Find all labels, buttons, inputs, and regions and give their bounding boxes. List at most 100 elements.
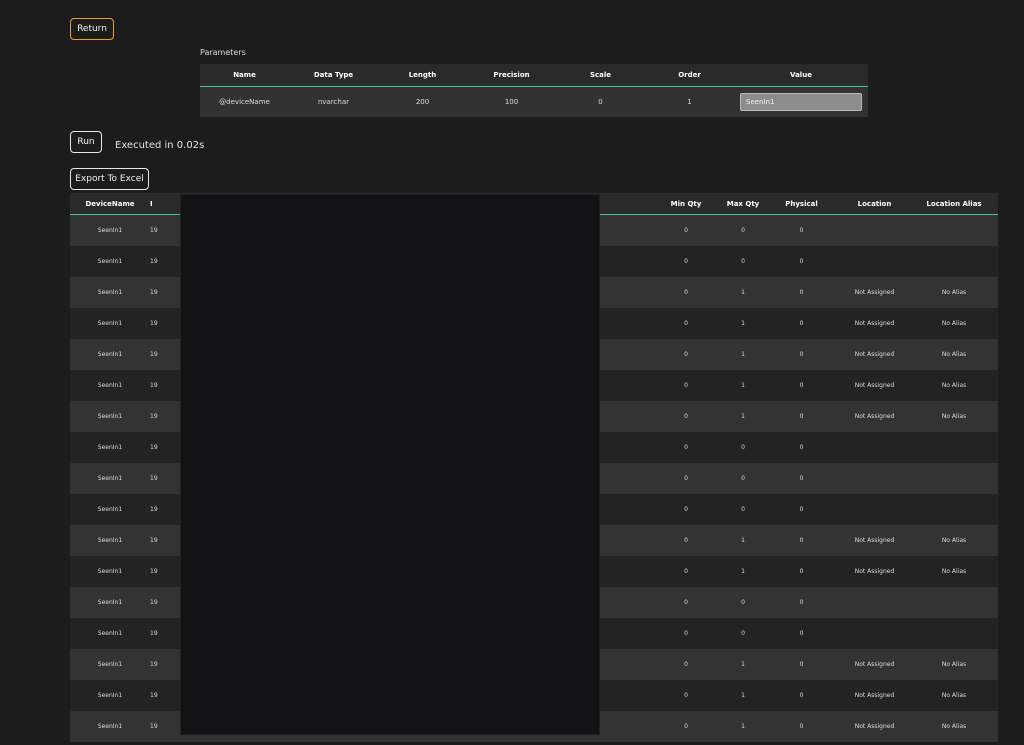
cell-min-qty: 0 <box>684 568 688 575</box>
cell-location: Not Assigned <box>854 289 895 296</box>
cell-min-qty: 0 <box>684 661 688 668</box>
cell-location: Not Assigned <box>854 320 895 327</box>
cell-id: 19 <box>150 661 158 668</box>
cell-id: 19 <box>150 320 158 327</box>
cell-device-name: SeenIn1 <box>97 630 123 637</box>
param-length: 200 <box>415 98 430 106</box>
header-max-qty: Max Qty <box>726 199 760 208</box>
parameter-row: @deviceName nvarchar 200 100 0 1 <box>200 87 868 117</box>
parameters-table: Name Data Type Length Precision Scale Or… <box>200 64 868 117</box>
cell-max-qty: 1 <box>741 320 745 327</box>
cell-device-name: SeenIn1 <box>97 382 123 389</box>
cell-physical: 0 <box>799 475 804 482</box>
cell-id: 19 <box>150 568 158 575</box>
param-scale: 0 <box>598 98 603 106</box>
cell-physical: 0 <box>799 692 804 699</box>
header-physical: Physical <box>785 199 818 208</box>
cell-device-name: SeenIn1 <box>97 227 123 234</box>
cell-max-qty: 1 <box>741 413 745 420</box>
cell-location-alias: No Alias <box>941 723 967 730</box>
cell-device-name: SeenIn1 <box>97 413 123 420</box>
cell-min-qty: 0 <box>684 444 688 451</box>
header-device-name: DeviceName <box>85 199 135 208</box>
cell-min-qty: 0 <box>684 506 688 513</box>
cell-physical: 0 <box>799 599 804 606</box>
header-id: I <box>150 199 153 208</box>
cell-min-qty: 0 <box>684 475 688 482</box>
export-to-excel-button[interactable]: Export To Excel <box>70 168 149 190</box>
cell-max-qty: 1 <box>741 351 745 358</box>
cell-max-qty: 0 <box>741 599 745 606</box>
cell-max-qty: 1 <box>741 692 745 699</box>
param-header-value: Value <box>790 71 812 79</box>
redaction-overlay <box>180 194 600 735</box>
cell-max-qty: 0 <box>741 506 745 513</box>
cell-id: 19 <box>150 723 158 730</box>
cell-min-qty: 0 <box>684 630 688 637</box>
cell-location: Not Assigned <box>854 413 895 420</box>
param-order: 1 <box>687 98 692 106</box>
cell-min-qty: 0 <box>684 599 688 606</box>
cell-location-alias: No Alias <box>941 661 967 668</box>
cell-device-name: SeenIn1 <box>97 537 123 544</box>
param-header-name: Name <box>233 71 256 79</box>
cell-location-alias: No Alias <box>941 692 967 699</box>
cell-physical: 0 <box>799 506 804 513</box>
cell-id: 19 <box>150 506 158 513</box>
cell-id: 19 <box>150 444 158 451</box>
cell-device-name: SeenIn1 <box>97 475 123 482</box>
cell-device-name: SeenIn1 <box>97 723 123 730</box>
cell-id: 19 <box>150 537 158 544</box>
cell-max-qty: 1 <box>741 723 745 730</box>
run-button[interactable]: Run <box>70 131 102 153</box>
cell-location-alias: No Alias <box>941 537 967 544</box>
cell-min-qty: 0 <box>684 289 688 296</box>
cell-min-qty: 0 <box>684 227 688 234</box>
cell-location-alias: No Alias <box>941 413 967 420</box>
cell-location-alias: No Alias <box>941 568 967 575</box>
cell-min-qty: 0 <box>684 258 688 265</box>
cell-physical: 0 <box>799 723 804 730</box>
cell-physical: 0 <box>799 320 804 327</box>
cell-physical: 0 <box>799 289 804 296</box>
cell-location: Not Assigned <box>854 537 895 544</box>
cell-physical: 0 <box>799 568 804 575</box>
cell-max-qty: 1 <box>741 537 745 544</box>
cell-max-qty: 1 <box>741 661 745 668</box>
param-value-input[interactable] <box>740 93 862 111</box>
cell-device-name: SeenIn1 <box>97 599 123 606</box>
cell-device-name: SeenIn1 <box>97 289 123 296</box>
cell-physical: 0 <box>799 444 804 451</box>
param-data-type: nvarchar <box>317 98 350 106</box>
cell-device-name: SeenIn1 <box>97 506 123 513</box>
cell-device-name: SeenIn1 <box>97 258 123 265</box>
cell-physical: 0 <box>799 537 804 544</box>
header-location: Location <box>857 199 892 208</box>
cell-max-qty: 1 <box>741 568 745 575</box>
cell-location-alias: No Alias <box>941 289 967 296</box>
param-header-data-type: Data Type <box>313 71 354 79</box>
parameters-label: Parameters <box>200 48 246 57</box>
cell-id: 19 <box>150 475 158 482</box>
cell-min-qty: 0 <box>684 320 688 327</box>
execution-status: Executed in 0.02s <box>115 140 205 151</box>
cell-physical: 0 <box>799 351 804 358</box>
param-header-scale: Scale <box>589 71 612 79</box>
cell-physical: 0 <box>799 661 804 668</box>
header-location-alias: Location Alias <box>926 199 982 208</box>
cell-location: Not Assigned <box>854 568 895 575</box>
header-min-qty: Min Qty <box>670 199 702 208</box>
param-header-order: Order <box>678 71 701 79</box>
cell-location: Not Assigned <box>854 661 895 668</box>
cell-min-qty: 0 <box>684 723 688 730</box>
cell-min-qty: 0 <box>684 692 688 699</box>
cell-max-qty: 0 <box>741 630 745 637</box>
cell-max-qty: 0 <box>741 475 745 482</box>
cell-id: 19 <box>150 630 158 637</box>
cell-min-qty: 0 <box>684 537 688 544</box>
cell-max-qty: 0 <box>741 258 745 265</box>
cell-min-qty: 0 <box>684 351 688 358</box>
cell-id: 19 <box>150 227 158 234</box>
return-button[interactable]: Return <box>70 18 114 40</box>
parameters-header-row: Name Data Type Length Precision Scale Or… <box>200 64 868 87</box>
